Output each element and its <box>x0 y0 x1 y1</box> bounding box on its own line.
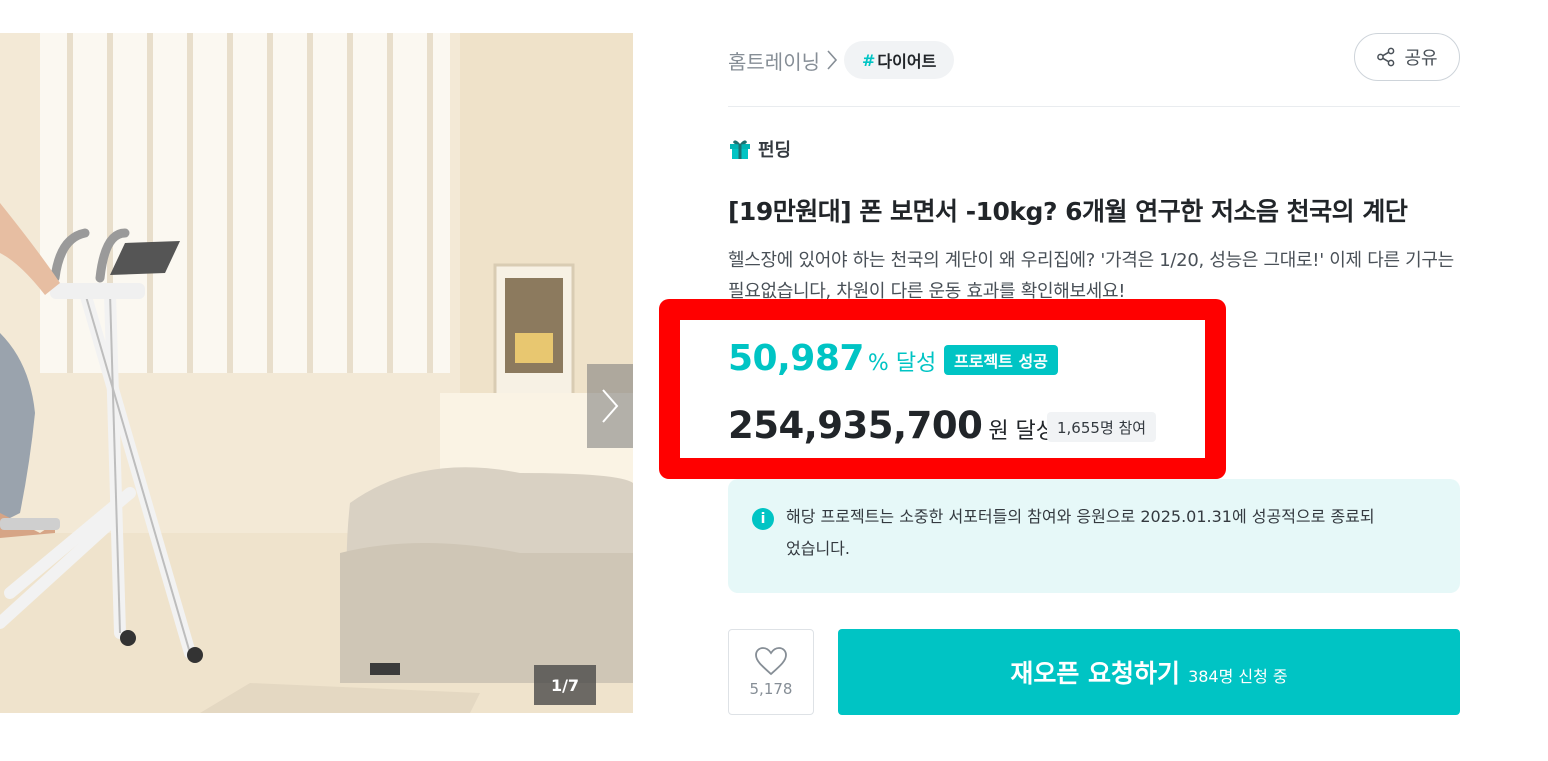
reopen-request-count: 384명 신청 중 <box>1188 667 1288 686</box>
participants-badge: 1,655명 참여 <box>1047 412 1157 442</box>
project-type: 펀딩 <box>728 136 791 162</box>
reopen-request-label: 재오픈 요청하기 <box>1010 659 1181 688</box>
stats-highlight-box <box>659 299 1226 479</box>
gift-icon <box>730 140 750 159</box>
funded-amount: 254,935,700 원 달성 <box>728 404 1056 447</box>
funded-amount-unit: 원 달성 <box>988 419 1057 444</box>
achievement-rate: 50,987 % 달성 <box>728 338 936 379</box>
share-icon <box>1377 47 1395 67</box>
chevron-right-icon <box>826 49 838 71</box>
funded-amount-value: 254,935,700 <box>728 404 983 447</box>
breadcrumb-category[interactable]: 홈트레이닝 <box>728 46 820 75</box>
project-title: [19만원대] 폰 보면서 -10kg? 6개월 연구한 저소음 천국의 계단 <box>728 197 1408 226</box>
notice-box: i 해당 프로젝트는 소중한 서포터들의 참여와 응원으로 2025.01.31… <box>728 479 1460 593</box>
project-type-label: 펀딩 <box>758 140 792 161</box>
heart-icon <box>755 647 787 676</box>
product-image-gallery[interactable]: 1/7 <box>0 33 633 713</box>
project-description: 헬스장에 있어야 하는 천국의 계단이 왜 우리집에? '가격은 1/20, 성… <box>728 250 1454 302</box>
tag-hash: # <box>862 50 876 70</box>
product-photo <box>0 33 633 713</box>
image-counter: 1/7 <box>534 665 596 705</box>
tag-chip[interactable]: # 다이어트 <box>844 41 955 79</box>
divider <box>728 106 1460 107</box>
like-button[interactable]: 5,178 <box>728 629 814 715</box>
reopen-request-button[interactable]: 재오픈 요청하기 384명 신청 중 <box>838 629 1460 715</box>
status-badge: 프로젝트 성공 <box>944 345 1058 375</box>
tag-label: 다이어트 <box>877 52 937 71</box>
share-button[interactable]: 공유 <box>1354 33 1460 81</box>
notice-text: 해당 프로젝트는 소중한 서포터들의 참여와 응원으로 2025.01.31에 … <box>786 507 1375 558</box>
breadcrumb: 홈트레이닝 # 다이어트 <box>728 40 955 80</box>
share-label: 공유 <box>1404 48 1438 69</box>
achievement-rate-unit: % 달성 <box>867 351 937 376</box>
next-image-button[interactable] <box>587 364 633 448</box>
like-count: 5,178 <box>749 680 793 698</box>
chevron-right-icon <box>602 389 619 423</box>
info-icon: i <box>752 508 774 530</box>
achievement-rate-value: 50,987 <box>728 338 864 379</box>
